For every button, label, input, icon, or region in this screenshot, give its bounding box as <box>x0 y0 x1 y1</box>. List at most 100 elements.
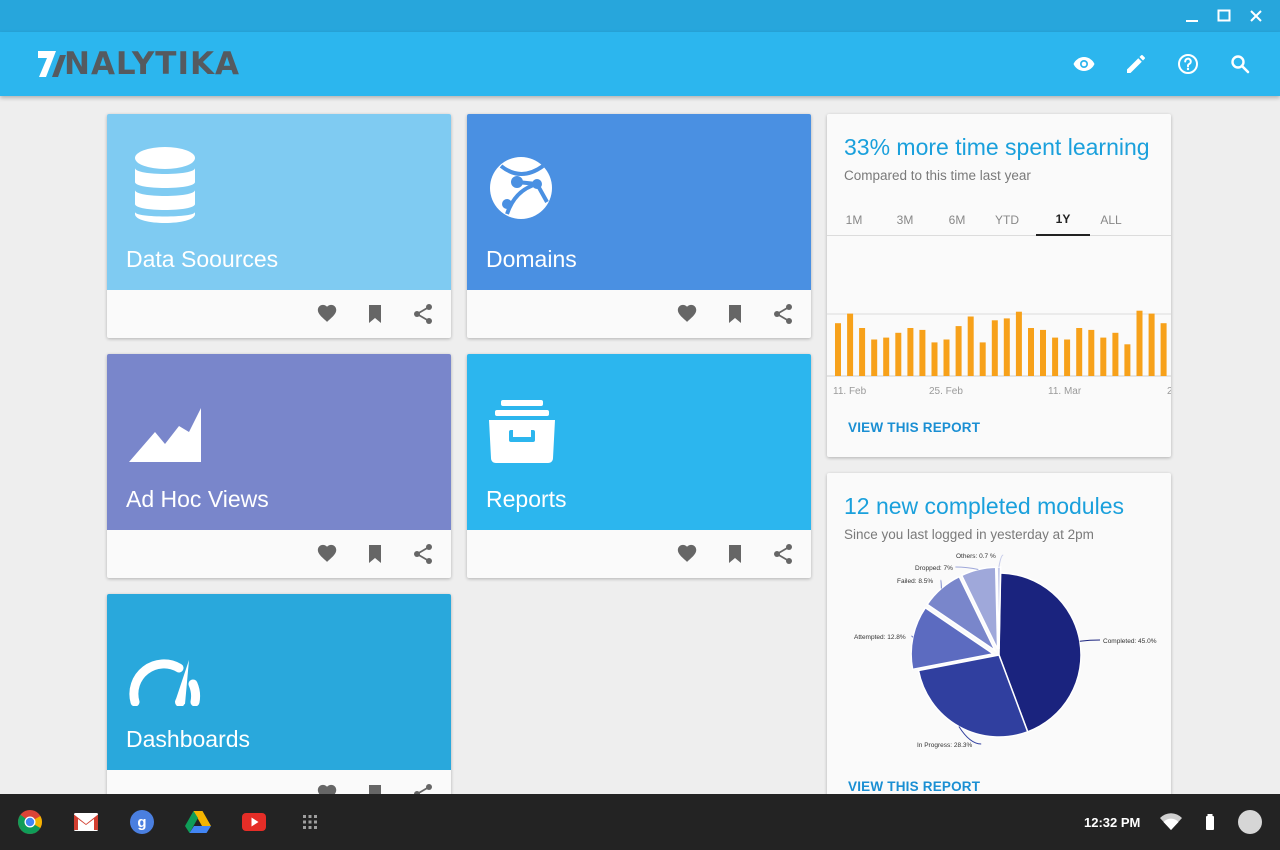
chart-bar[interactable] <box>1003 318 1010 376</box>
system-clock[interactable]: 12:32 PM <box>1084 815 1140 830</box>
heart-icon[interactable] <box>316 782 340 794</box>
minimize-icon[interactable] <box>1181 6 1203 26</box>
tile-title: Reports <box>486 486 567 512</box>
pie-label: Dropped: 7% <box>915 565 953 572</box>
chart-bar[interactable] <box>1100 337 1107 376</box>
maximize-icon[interactable] <box>1213 6 1235 26</box>
bookmark-icon[interactable] <box>723 542 747 566</box>
share-icon[interactable] <box>411 782 435 794</box>
close-icon[interactable] <box>1245 6 1267 26</box>
bookmark-icon[interactable] <box>363 302 387 326</box>
chart-bar[interactable] <box>955 326 962 376</box>
youtube-icon[interactable] <box>240 808 268 836</box>
system-shelf: g 12:32 PM <box>0 794 1280 850</box>
pie-label: Failed: 8.5% <box>897 578 933 585</box>
pie-label-connector <box>1079 639 1101 642</box>
tab-6m[interactable]: 6M <box>930 204 984 236</box>
chart-bar[interactable] <box>895 332 902 376</box>
tile-header: Domains <box>467 114 811 290</box>
pie-label-connector <box>955 566 979 570</box>
chart-bar[interactable] <box>1040 329 1046 376</box>
tile-actions <box>107 530 451 578</box>
chart-bar[interactable] <box>907 328 914 376</box>
tab-3m[interactable]: 3M <box>878 204 932 236</box>
card-subtitle: Compared to this time last year <box>844 168 1031 183</box>
eye-icon[interactable] <box>1072 52 1096 76</box>
tab-all[interactable]: ALL <box>1084 204 1138 236</box>
archive-box-icon <box>489 400 555 463</box>
help-icon[interactable] <box>1176 52 1200 76</box>
tile-title: Domains <box>486 246 577 272</box>
chart-bar[interactable] <box>835 323 841 376</box>
pie-label-connector <box>940 579 942 589</box>
tab-1y[interactable]: 1Y <box>1036 204 1090 236</box>
tile-title: Dashboards <box>126 726 251 752</box>
main-content: Data Soources Domains Ad Hoc Views Repor… <box>0 96 1280 794</box>
chart-bar[interactable] <box>1028 328 1034 376</box>
pie-label: In Progress: 28.3% <box>917 742 972 749</box>
app-logo[interactable]: NALYTIKA <box>36 46 240 82</box>
heart-icon[interactable] <box>316 302 340 326</box>
share-icon[interactable] <box>771 542 795 566</box>
bookmark-icon[interactable] <box>363 542 387 566</box>
chart-bar[interactable] <box>859 328 866 376</box>
heart-icon[interactable] <box>676 302 700 326</box>
chart-bar[interactable] <box>1124 344 1131 376</box>
chart-bar[interactable] <box>931 342 938 376</box>
battery-icon[interactable] <box>1196 808 1224 836</box>
chart-bar[interactable] <box>967 316 974 377</box>
chart-bar[interactable] <box>1088 329 1095 376</box>
completed-modules-card: 12 new completed modules Since you last … <box>827 473 1171 794</box>
gmail-icon[interactable] <box>72 808 100 836</box>
apps-launcher-icon[interactable] <box>296 808 324 836</box>
pie-label: Attempted: 12.8% <box>854 634 906 641</box>
google-search-icon[interactable]: g <box>128 808 156 836</box>
account-avatar[interactable] <box>1236 808 1264 836</box>
pencil-icon[interactable] <box>1124 52 1148 76</box>
chart-bar[interactable] <box>1160 323 1167 376</box>
chart-bar[interactable] <box>883 337 890 376</box>
search-icon[interactable] <box>1228 52 1252 76</box>
chrome-icon[interactable] <box>16 808 44 836</box>
share-icon[interactable] <box>411 302 435 326</box>
chart-bar[interactable] <box>1112 332 1119 376</box>
chart-bar[interactable] <box>1052 337 1059 376</box>
heart-icon[interactable] <box>316 542 340 566</box>
chart-bar[interactable] <box>943 339 950 377</box>
share-icon[interactable] <box>411 542 435 566</box>
area-chart-icon <box>129 408 201 462</box>
tile-actions <box>107 770 451 794</box>
chart-bar[interactable] <box>1148 313 1155 376</box>
drive-icon[interactable] <box>184 808 212 836</box>
tile-actions <box>467 530 811 578</box>
chart-bar[interactable] <box>1136 310 1143 376</box>
view-report-link[interactable]: VIEW THIS REPORT <box>848 779 980 794</box>
bookmark-icon[interactable] <box>363 782 387 794</box>
svg-text:g: g <box>137 814 146 831</box>
chart-bar[interactable] <box>847 313 854 376</box>
chart-bar[interactable] <box>871 339 878 377</box>
tile-ad-hoc-views[interactable]: Ad Hoc Views <box>107 354 451 578</box>
chart-bar[interactable] <box>1076 328 1083 376</box>
tile-dashboards[interactable]: Dashboards <box>107 594 451 794</box>
heart-icon[interactable] <box>676 542 700 566</box>
share-icon[interactable] <box>771 302 795 326</box>
chart-bar[interactable] <box>991 320 998 376</box>
tile-reports[interactable]: Reports <box>467 354 811 578</box>
pie-label-connector <box>911 635 914 638</box>
window-titlebar <box>0 0 1280 32</box>
chart-bar[interactable] <box>1064 339 1071 377</box>
chart-bar[interactable] <box>979 342 986 376</box>
chart-bar[interactable] <box>919 329 926 376</box>
x-tick-label: 2 <box>1167 386 1171 397</box>
wifi-icon[interactable] <box>1157 808 1185 836</box>
database-icon <box>135 147 195 223</box>
tab-1m[interactable]: 1M <box>827 204 881 236</box>
tile-domains[interactable]: Domains <box>467 114 811 338</box>
chart-bar[interactable] <box>1015 311 1022 376</box>
tile-data-sources[interactable]: Data Soources <box>107 114 451 338</box>
bookmark-icon[interactable] <box>723 302 747 326</box>
tab-ytd[interactable]: YTD <box>980 204 1034 236</box>
bar-chart: 11. Feb 25. Feb 11. Mar 2 <box>827 310 1171 397</box>
view-report-link[interactable]: VIEW THIS REPORT <box>848 420 980 435</box>
